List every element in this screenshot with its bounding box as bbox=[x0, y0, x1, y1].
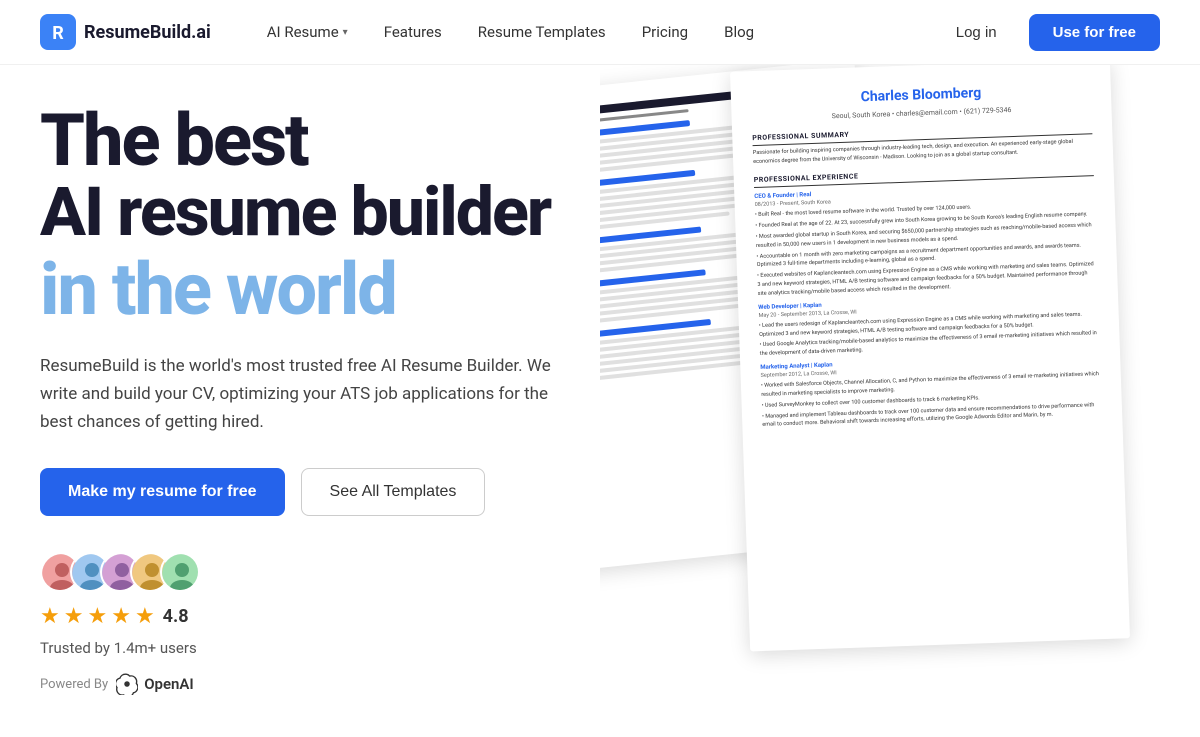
right-panel: Charles Bloomberg Seoul, South Korea • c… bbox=[600, 65, 1200, 737]
star-3: ★ bbox=[87, 604, 107, 629]
nav-right: Log in Use for free bbox=[936, 14, 1160, 51]
social-proof: ★ ★ ★ ★ ★ 4.8 Trusted by 1.4m+ users bbox=[40, 552, 560, 657]
openai-text: OpenAI bbox=[144, 675, 194, 693]
svg-text:R: R bbox=[52, 23, 64, 44]
openai-icon bbox=[116, 673, 138, 695]
powered-label: Powered By bbox=[40, 677, 108, 692]
stars-rating: ★ ★ ★ ★ ★ 4.8 bbox=[40, 604, 560, 629]
logo-text: ResumeBuild.ai bbox=[84, 22, 211, 43]
star-2: ★ bbox=[64, 604, 84, 629]
star-5: ★ bbox=[135, 604, 155, 629]
nav-features[interactable]: Features bbox=[368, 15, 458, 49]
hero-buttons: Make my resume for free See All Template… bbox=[40, 468, 560, 516]
hero-title-accent: in the world bbox=[40, 252, 560, 328]
hero-description: ResumeBuild is the world's most trusted … bbox=[40, 352, 560, 436]
logo-link[interactable]: R ResumeBuild.ai bbox=[40, 14, 211, 50]
hero-title-line2: AI resume builder bbox=[40, 177, 560, 248]
avatar-5 bbox=[160, 552, 200, 592]
nav-pricing[interactable]: Pricing bbox=[626, 15, 704, 49]
make-resume-button[interactable]: Make my resume for free bbox=[40, 468, 285, 516]
nav-resume-templates[interactable]: Resume Templates bbox=[462, 15, 622, 49]
star-4: ★ bbox=[111, 604, 131, 629]
main-container: The best AI resume builder in the world … bbox=[0, 65, 1200, 737]
powered-by: Powered By OpenAI bbox=[40, 673, 560, 695]
rating-number: 4.8 bbox=[163, 606, 189, 627]
chevron-down-icon: ▾ bbox=[343, 27, 348, 38]
nav-links: AI Resume ▾ Features Resume Templates Pr… bbox=[251, 15, 936, 49]
nav-blog[interactable]: Blog bbox=[708, 15, 770, 49]
navigation: R ResumeBuild.ai AI Resume ▾ Features Re… bbox=[0, 0, 1200, 65]
logo-icon: R bbox=[40, 14, 76, 50]
hero-title-line1: The best bbox=[40, 105, 560, 177]
login-button[interactable]: Log in bbox=[936, 16, 1017, 49]
openai-logo: OpenAI bbox=[116, 673, 194, 695]
resume-preview-2: Charles Bloomberg Seoul, South Korea • c… bbox=[730, 65, 1130, 651]
see-templates-button[interactable]: See All Templates bbox=[301, 468, 486, 516]
nav-cta-button[interactable]: Use for free bbox=[1029, 14, 1160, 51]
user-avatars bbox=[40, 552, 200, 592]
star-1: ★ bbox=[40, 604, 60, 629]
left-panel: The best AI resume builder in the world … bbox=[0, 65, 600, 737]
nav-ai-resume[interactable]: AI Resume ▾ bbox=[251, 15, 364, 49]
avatars-row bbox=[40, 552, 560, 592]
resume-container: Charles Bloomberg Seoul, South Korea • c… bbox=[600, 65, 1200, 737]
trusted-text: Trusted by 1.4m+ users bbox=[40, 639, 560, 657]
